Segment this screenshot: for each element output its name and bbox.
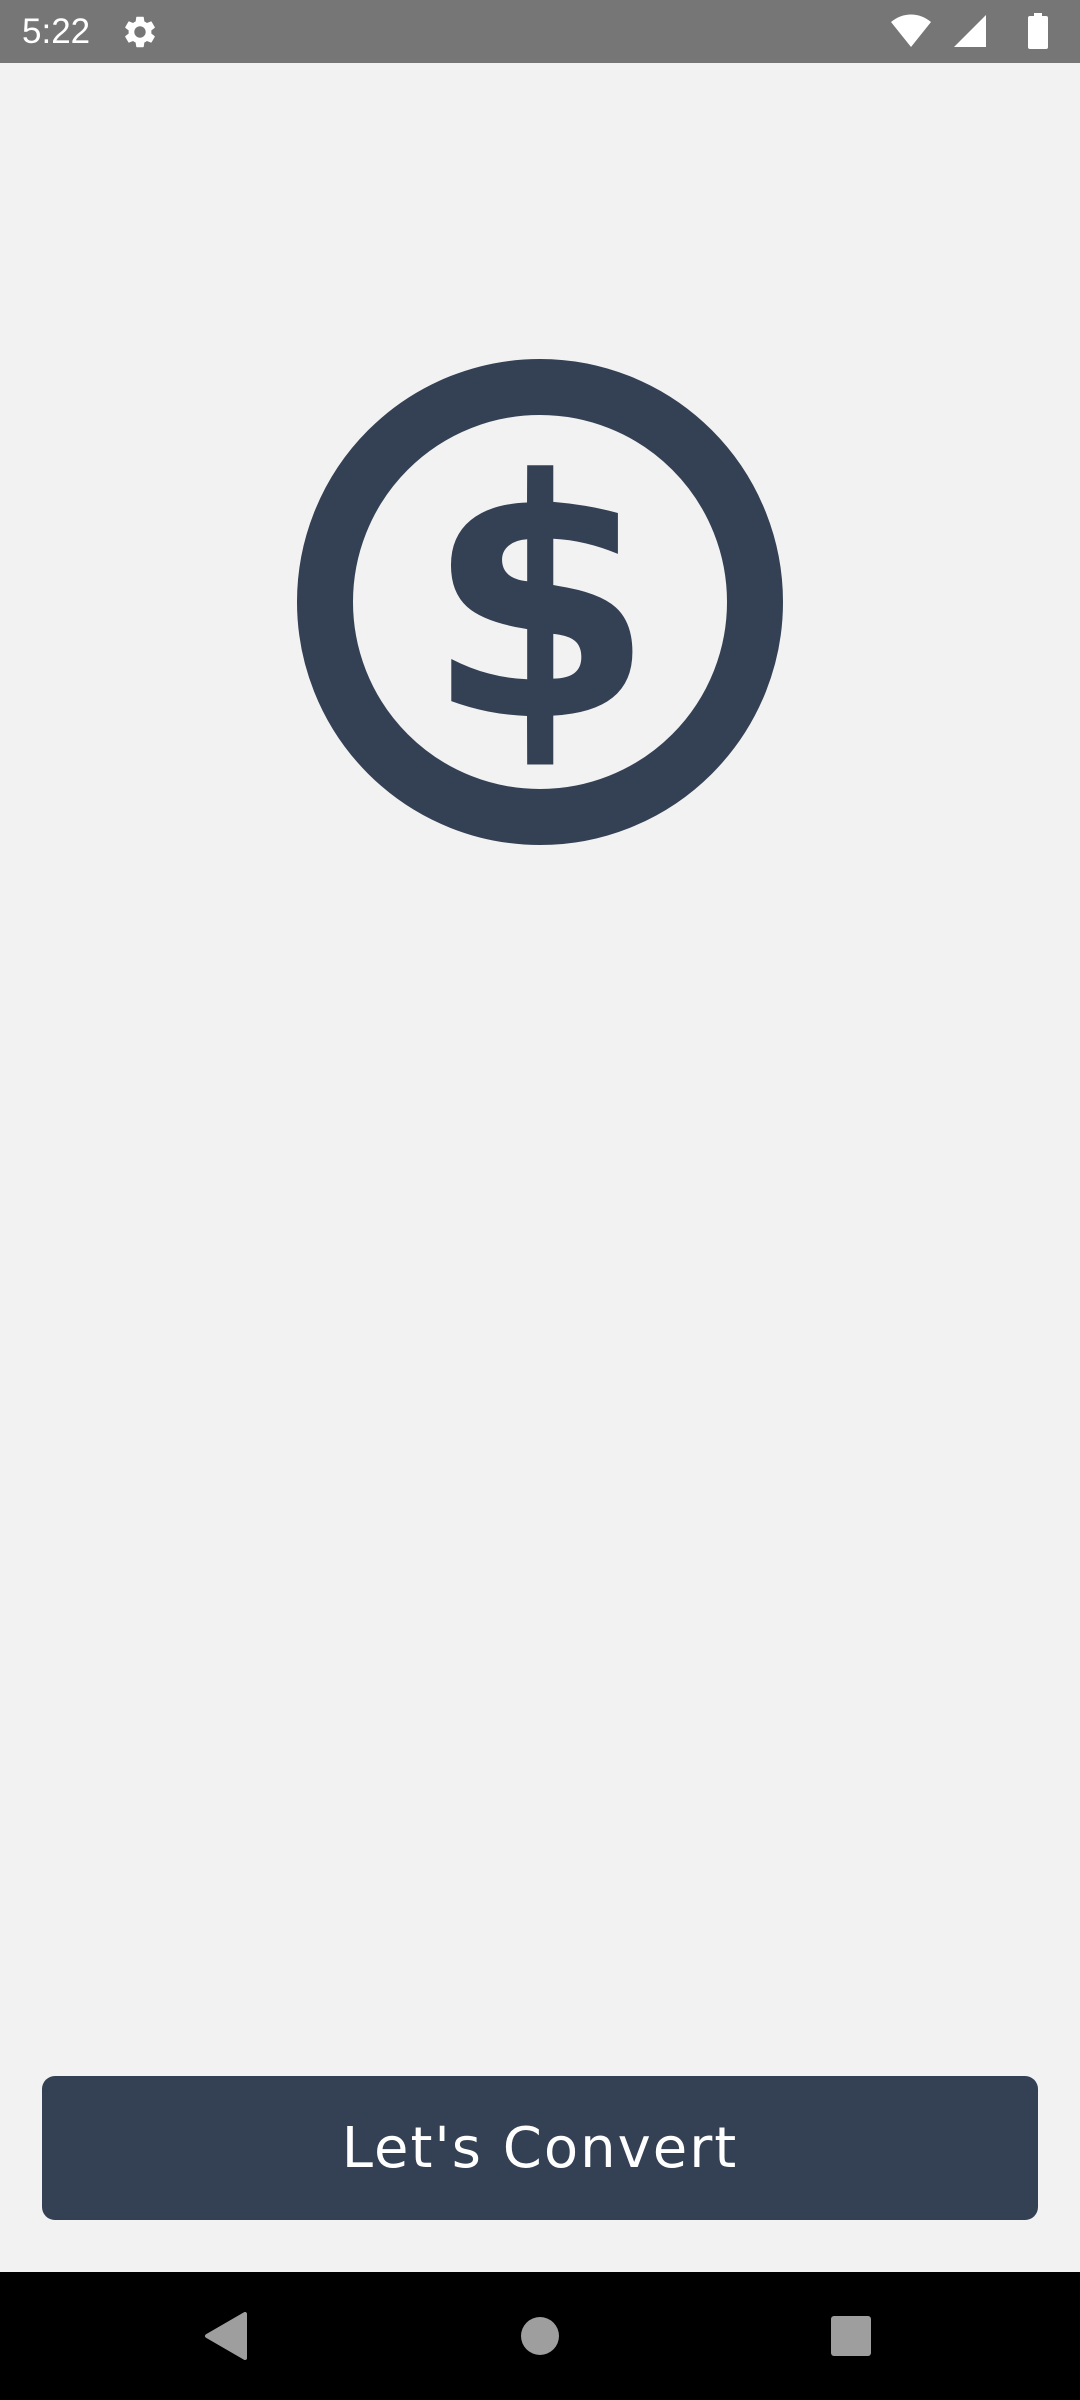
back-icon[interactable] [161,2272,289,2400]
status-time: 5:22 [22,12,91,51]
gear-icon [121,13,159,51]
dollar-coin-icon: $ [296,358,784,846]
lets-convert-button[interactable]: Let's Convert [42,2076,1038,2220]
recents-icon[interactable] [787,2272,915,2400]
lets-convert-button-label: Let's Convert [341,2115,739,2181]
svg-text:$: $ [425,410,655,794]
navigation-bar [0,2272,1080,2400]
home-icon[interactable] [476,2272,604,2400]
status-bar: 5:22 [0,0,1080,63]
